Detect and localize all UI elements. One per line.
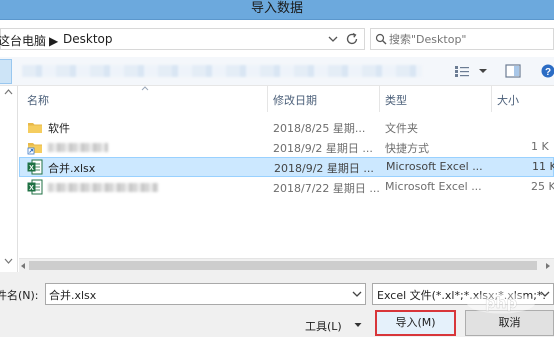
list-item[interactable]: 2018/9/2 星期日 ... 快捷方式 1 K xyxy=(19,137,554,157)
preview-pane-icon[interactable] xyxy=(505,64,521,78)
filename-field[interactable]: 合并.xlsx xyxy=(45,283,366,305)
import-button[interactable]: 导入(M) xyxy=(375,310,456,336)
column-header-name[interactable]: 名称 xyxy=(27,92,49,108)
svg-text:php: php xyxy=(485,294,517,312)
navigation-pane[interactable] xyxy=(0,86,18,272)
column-header-type[interactable]: 类型 xyxy=(385,92,407,108)
breadcrumb-separator-icon[interactable]: ▶ xyxy=(49,34,58,48)
file-size: 11 K xyxy=(532,160,554,173)
file-date: 2018/7/22 星期日 ... xyxy=(273,182,380,195)
list-item[interactable]: 2018/8/25 星期... 文件夹 xyxy=(19,117,554,137)
file-size: 1 K xyxy=(531,140,549,153)
title-bar: 导入数据 xyxy=(0,0,554,20)
filename-label: 件名(N): xyxy=(0,289,39,302)
svg-text:X: X xyxy=(29,165,34,172)
address-bar[interactable]: 这台电脑 ▶ Desktop xyxy=(0,28,365,50)
address-dropdown-icon[interactable] xyxy=(326,31,340,47)
blurred-file-name xyxy=(48,183,158,192)
list-item[interactable]: X 2018/7/22 星期日 ... Microsoft Excel ... … xyxy=(19,177,554,197)
toolbar: ? xyxy=(0,57,554,86)
help-icon[interactable]: ? xyxy=(541,63,554,79)
refresh-icon[interactable] xyxy=(344,31,360,47)
file-date: 2018/8/25 星期... xyxy=(273,122,366,135)
breadcrumb-this-pc[interactable]: 这台电脑 xyxy=(0,32,46,49)
svg-text:?: ? xyxy=(545,67,551,78)
file-type: 文件夹 xyxy=(385,122,418,135)
file-list[interactable]: 软件 2018/8/25 星期... 文件夹 2018/9/2 星期日 ... … xyxy=(19,113,554,263)
column-divider[interactable] xyxy=(491,86,492,112)
filename-value[interactable]: 合并.xlsx xyxy=(49,287,96,303)
column-header-size[interactable]: 大小 xyxy=(497,92,519,108)
file-type: Microsoft Excel ... xyxy=(385,180,482,193)
file-date: 2018/9/2 星期日 ... xyxy=(273,142,373,155)
file-size: 25 K xyxy=(531,180,554,193)
shortcut-folder-icon xyxy=(27,143,42,155)
tools-button[interactable]: 工具(L) xyxy=(302,316,366,336)
breadcrumb-desktop[interactable]: Desktop xyxy=(63,32,113,46)
column-divider[interactable] xyxy=(379,86,380,112)
filter-dropdown-icon[interactable] xyxy=(540,290,550,298)
column-headers: 名称 修改日期 类型 大小 xyxy=(19,86,554,112)
nav-scroll-down-icon[interactable] xyxy=(4,258,13,264)
search-icon xyxy=(375,33,387,45)
filename-dropdown-icon[interactable] xyxy=(352,290,362,298)
sort-ascending-icon xyxy=(141,86,149,91)
list-item-selected[interactable]: X 合并.xlsx 2018/9/2 星期日 ... Microsoft Exc… xyxy=(19,157,554,177)
excel-file-icon: X xyxy=(27,159,43,175)
tools-dropdown-icon xyxy=(354,323,362,327)
toolbar-button[interactable] xyxy=(0,59,12,84)
horizontal-scrollbar[interactable] xyxy=(19,258,554,272)
php-watermark-logo: php xyxy=(467,292,535,314)
nav-scroll-up-icon[interactable] xyxy=(4,89,13,95)
file-type: 快捷方式 xyxy=(385,142,429,155)
scroll-right-icon[interactable] xyxy=(545,262,551,270)
tools-label: 工具(L) xyxy=(305,320,342,333)
column-header-date[interactable]: 修改日期 xyxy=(273,92,317,108)
file-date: 2018/9/2 星期日 ... xyxy=(274,162,374,175)
svg-text:X: X xyxy=(29,185,34,192)
blurred-file-name xyxy=(48,143,108,152)
excel-file-icon: X xyxy=(27,179,43,195)
file-name: 合并.xlsx xyxy=(48,162,96,175)
window-title: 导入数据 xyxy=(250,1,303,16)
scrollbar-thumb[interactable] xyxy=(29,261,537,270)
search-input[interactable] xyxy=(389,30,539,48)
column-divider[interactable] xyxy=(267,86,268,112)
file-type: Microsoft Excel ... xyxy=(386,160,483,173)
blurred-toolbar-items xyxy=(22,65,422,77)
view-dropdown-icon[interactable] xyxy=(478,67,488,75)
scroll-left-icon[interactable] xyxy=(20,262,26,270)
view-options-icon[interactable] xyxy=(454,65,470,78)
search-box[interactable] xyxy=(370,28,554,50)
